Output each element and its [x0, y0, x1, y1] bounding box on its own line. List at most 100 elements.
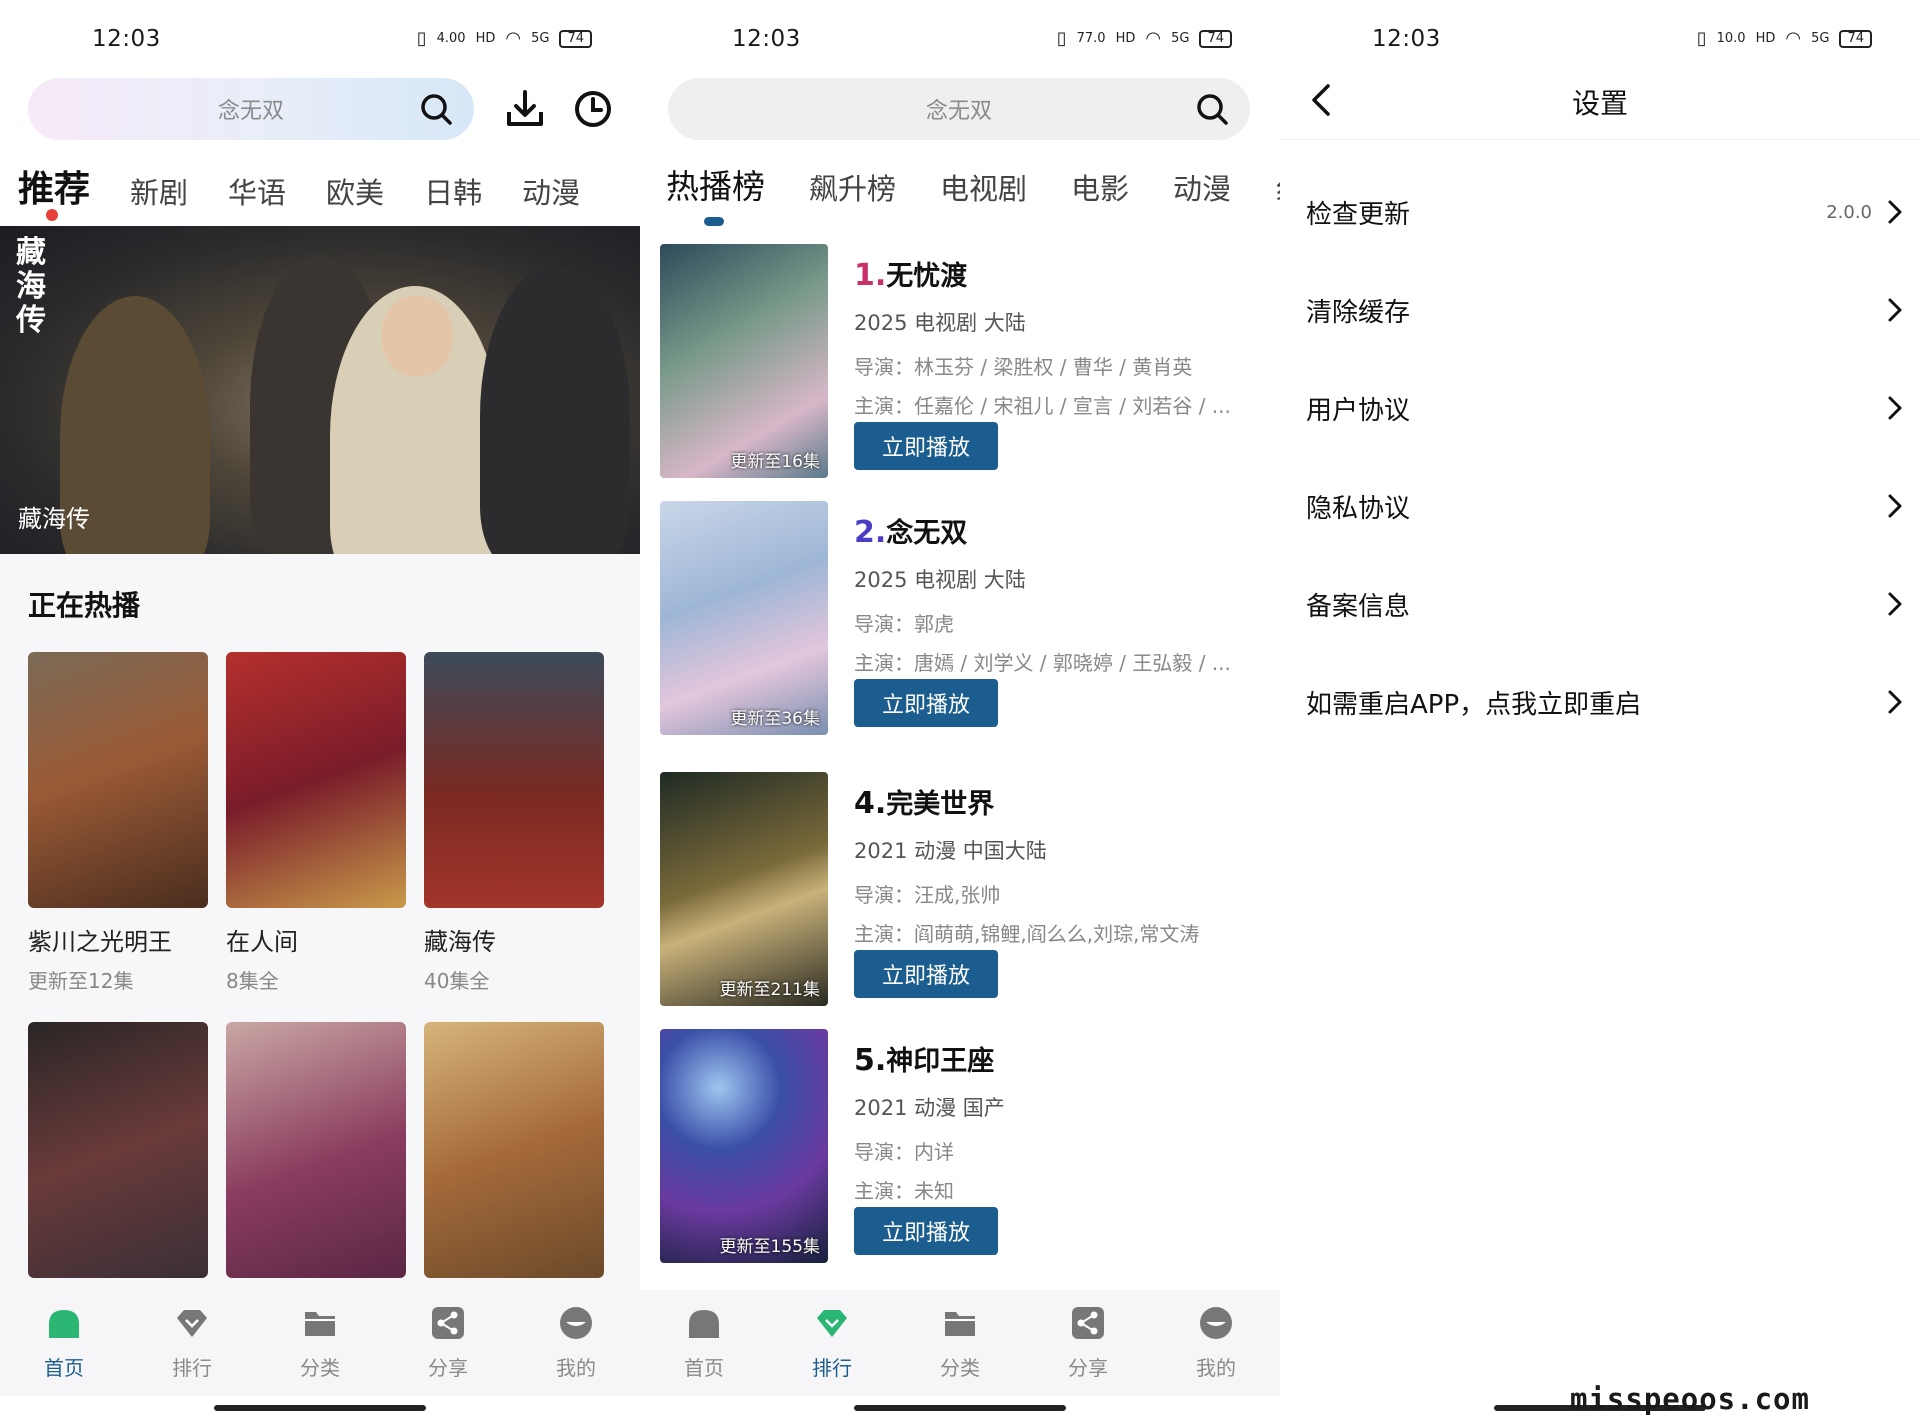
nav-share[interactable]: 分享 — [384, 1290, 512, 1396]
settings-row-check-update[interactable]: 检查更新 2.0.0 — [1306, 172, 1906, 252]
item-title: 5.神印王座 — [854, 1039, 1264, 1078]
poster-image: 更新至16集 — [660, 244, 828, 478]
update-badge: 更新至36集 — [730, 709, 820, 729]
settings-row-clear-cache[interactable]: 清除缓存 — [1306, 270, 1906, 350]
history-icon[interactable] — [570, 86, 616, 132]
tab-jpkr[interactable]: 日韩 — [424, 170, 482, 212]
hd-icon: HD — [1115, 31, 1136, 46]
nav-home[interactable]: 首页 — [640, 1290, 768, 1396]
settings-row-restart[interactable]: 如需重启APP，点我立即重启 — [1306, 662, 1906, 742]
banner-caption: 藏海传 — [18, 505, 90, 533]
search-input[interactable]: 念无双 — [28, 78, 474, 140]
net-speed: 10.0 — [1716, 31, 1746, 46]
play-button[interactable]: 立即播放 — [854, 950, 998, 998]
signal-icon: 5G — [1171, 31, 1190, 46]
chevron-right-icon — [1888, 396, 1902, 420]
banner-carousel[interactable]: 藏海传 藏海传 — [0, 226, 640, 554]
vibrate-icon: ▯ — [1696, 28, 1707, 49]
tab-movie[interactable]: 电影 — [1071, 166, 1129, 208]
search-input[interactable]: 念无双 — [668, 78, 1250, 140]
item-title: 4.完美世界 — [854, 782, 1264, 821]
tab-chinese[interactable]: 华语 — [228, 170, 286, 212]
poster-card[interactable]: 在人间 8集全 — [226, 652, 406, 994]
search-icon[interactable] — [1194, 91, 1230, 127]
tab-recommend[interactable]: 推荐 — [18, 160, 90, 212]
tab-tv[interactable]: 电视剧 — [940, 166, 1027, 208]
rank-number: 1. — [854, 258, 887, 293]
settings-row-user-agreement[interactable]: 用户协议 — [1306, 368, 1906, 448]
rank-item[interactable]: 更新至211集 4.完美世界 2021 动漫 中国大陆 导演：汪成,张帅 主演：… — [660, 772, 1260, 1006]
row-label: 隐私协议 — [1306, 493, 1411, 524]
status-icons: ▯ 77.0 HD ◠ 5G 74 — [1057, 28, 1232, 49]
poster-image — [226, 1022, 406, 1278]
rank-item[interactable]: 更新至16集 1.无忧渡 2025 电视剧 大陆 导演：林玉芬 / 梁胜权 / … — [660, 244, 1260, 478]
battery-icon: 74 — [1839, 29, 1872, 48]
bottom-nav: 首页 排行 分类 分享 我的 — [0, 1290, 640, 1396]
rank-item[interactable]: 更新至36集 2.念无双 2025 电视剧 大陆 导演：郭虎 主演：唐嫣 / 刘… — [660, 501, 1260, 735]
poster-card[interactable]: 藏海传 40集全 — [424, 652, 604, 994]
card-subtitle: 更新至12集 — [28, 969, 134, 993]
nav-label: 分类 — [940, 1356, 980, 1380]
nav-rank[interactable]: 排行 — [768, 1290, 896, 1396]
poster-card[interactable] — [28, 1022, 208, 1278]
poster-card[interactable] — [226, 1022, 406, 1278]
now-playing-section: 正在热播 紫川之光明王 更新至12集 在人间 8集全 藏海传 40集全 — [0, 554, 640, 1290]
tab-anime[interactable]: 动漫 — [522, 170, 580, 212]
nav-home[interactable]: 首页 — [0, 1290, 128, 1396]
diamond-icon — [177, 1310, 207, 1337]
settings-row-privacy[interactable]: 隐私协议 — [1306, 466, 1906, 546]
play-button[interactable]: 立即播放 — [854, 1207, 998, 1255]
tab-rising[interactable]: 飙升榜 — [809, 166, 896, 208]
card-title: 在人间 — [226, 928, 298, 956]
nav-category[interactable]: 分类 — [256, 1290, 384, 1396]
item-director: 导演：郭虎 — [854, 612, 954, 636]
battery-icon: 74 — [1199, 29, 1232, 48]
tab-new[interactable]: 新剧 — [130, 170, 188, 212]
update-badge: 更新至211集 — [719, 980, 820, 1000]
wifi-icon: ◠ — [1145, 28, 1162, 49]
nav-label: 我的 — [556, 1356, 596, 1380]
card-title: 紫川之光明王 — [28, 928, 172, 956]
tab-hot[interactable]: 热播榜 — [666, 160, 765, 208]
nav-category[interactable]: 分类 — [896, 1290, 1024, 1396]
row-label: 如需重启APP，点我立即重启 — [1306, 689, 1642, 720]
share-icon — [432, 1307, 464, 1339]
row-label: 清除缓存 — [1306, 297, 1411, 328]
profile-icon — [560, 1307, 592, 1339]
status-time: 12:03 — [732, 26, 801, 52]
net-speed: 77.0 — [1076, 31, 1106, 46]
nav-mine[interactable]: 我的 — [512, 1290, 640, 1396]
version-value: 2.0.0 — [1826, 201, 1872, 223]
nav-mine[interactable]: 我的 — [1152, 1290, 1280, 1396]
play-button[interactable]: 立即播放 — [854, 679, 998, 727]
status-icons: ▯ 4.00 HD ◠ 5G 74 — [417, 28, 592, 49]
rank-item[interactable]: 更新至155集 5.神印王座 2021 动漫 国产 导演：内详 主演：未知 立即… — [660, 1029, 1260, 1263]
tab-western[interactable]: 欧美 — [326, 170, 384, 212]
item-meta: 2021 动漫 中国大陆 — [854, 839, 1047, 863]
poster-image — [28, 652, 208, 908]
item-meta: 2025 电视剧 大陆 — [854, 568, 1026, 592]
poster-card[interactable]: 紫川之光明王 更新至12集 — [28, 652, 208, 994]
chevron-right-icon — [1888, 298, 1902, 322]
banner-logo-title: 藏海传 — [16, 235, 46, 338]
search-icon[interactable] — [418, 91, 454, 127]
settings-row-filing-info[interactable]: 备案信息 — [1306, 564, 1906, 644]
download-icon[interactable] — [502, 86, 548, 132]
title-text: 神印王座 — [886, 1046, 995, 1077]
watermark-text: misspeoos.com — [1570, 1382, 1810, 1416]
poster-card[interactable] — [424, 1022, 604, 1278]
rank-number: 2. — [854, 515, 887, 550]
tab-anime[interactable]: 动漫 — [1173, 166, 1231, 208]
nav-share[interactable]: 分享 — [1024, 1290, 1152, 1396]
rank-tabs: 热播榜 飙升榜 电视剧 电影 动漫 纟 — [666, 160, 1280, 208]
nav-rank[interactable]: 排行 — [128, 1290, 256, 1396]
wifi-icon: ◠ — [505, 28, 522, 49]
home-screen: 12:03 ▯ 4.00 HD ◠ 5G 74 念无双 推荐 新剧 华语 欧美 … — [0, 0, 640, 1423]
gesture-bar — [854, 1405, 1066, 1411]
item-meta: 2025 电视剧 大陆 — [854, 311, 1026, 335]
folder-icon — [305, 1312, 335, 1336]
play-button[interactable]: 立即播放 — [854, 422, 998, 470]
settings-screen: 12:03 ▯ 10.0 HD ◠ 5G 74 设置 检查更新 2.0.0 清除… — [1280, 0, 1920, 1423]
folder-icon — [945, 1312, 975, 1336]
item-title: 2.念无双 — [854, 511, 1264, 550]
